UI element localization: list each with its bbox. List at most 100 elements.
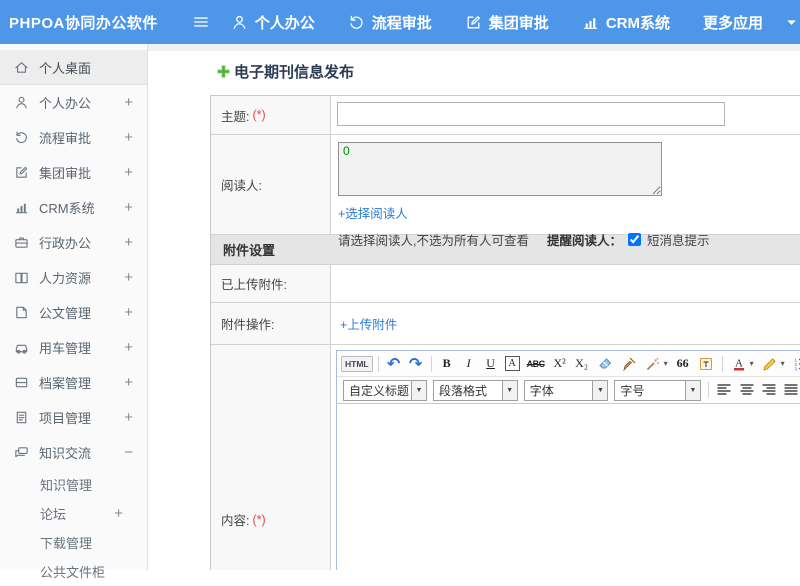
sidebar-item-document-management[interactable]: 公文管理 +: [0, 295, 147, 330]
sidebar-item-group-approval[interactable]: 集团审批 +: [0, 155, 147, 190]
sidebar-item-archive-management[interactable]: 档案管理 +: [0, 365, 147, 400]
sidebar-item-project-management[interactable]: 项目管理 +: [0, 400, 147, 435]
html-source-button[interactable]: HTML: [341, 355, 373, 372]
sidebar-item-vehicle-management[interactable]: 用车管理 +: [0, 330, 147, 365]
button-glyph: ↷: [408, 355, 423, 373]
nav-item-crm-system[interactable]: CRM系统: [582, 12, 670, 33]
attachment-action-label-cell: 附件操作:: [211, 303, 331, 344]
ordered-list-button[interactable]: 123▾: [790, 354, 800, 374]
main-content: 电子期刊信息发布 主题: (*) 阅读人: 0 +选择阅读人 请选择阅读人,不选…: [148, 44, 800, 570]
paragraph-format-select[interactable]: 段落格式 ▼: [433, 379, 518, 401]
font-color-button[interactable]: A ▾: [728, 354, 757, 374]
editor-content-area[interactable]: [337, 404, 800, 570]
select-readers-link[interactable]: +选择阅读人: [338, 207, 408, 221]
italic-button[interactable]: I: [459, 354, 479, 374]
content-top-strip: [148, 44, 800, 51]
nav-item-more-apps[interactable]: 更多应用: [703, 12, 800, 33]
subject-input[interactable]: [337, 102, 725, 126]
select-arrow[interactable]: ▼: [592, 380, 608, 400]
uploaded-attachments-row: 已上传附件:: [211, 264, 800, 302]
sidebar-item-label: 档案管理: [39, 376, 92, 391]
align-right-button[interactable]: [759, 380, 779, 400]
content-row: 内容: (*) HTML↶↷BIUAABCX²X₂▾66A▾▾123▾ 自定义标…: [211, 344, 800, 570]
undo-button[interactable]: ↶: [384, 354, 404, 374]
sidebar-item-label: CRM系统: [39, 201, 95, 216]
sms-remind-checkbox[interactable]: [628, 233, 641, 246]
upload-attachment-link[interactable]: +上传附件: [340, 314, 397, 333]
expand-toggle[interactable]: +: [124, 410, 133, 425]
readers-label: 阅读人:: [221, 179, 262, 193]
select-arrow[interactable]: ▼: [411, 380, 426, 400]
highlight-button[interactable]: ▾: [759, 354, 788, 374]
sidebar-item-admin-office[interactable]: 行政办公 +: [0, 225, 147, 260]
sidebar-subitem-label: 下载管理: [40, 536, 93, 551]
expand-toggle[interactable]: +: [124, 200, 133, 215]
sidebar-item-crm-system[interactable]: CRM系统 +: [0, 190, 147, 225]
autotypeset-button[interactable]: ▾: [642, 354, 671, 374]
sidebar-item-personal-desktop[interactable]: 个人桌面: [0, 50, 147, 85]
toolbar-separator: [707, 382, 709, 398]
font-box-button[interactable]: A: [504, 356, 520, 371]
font-size-select[interactable]: 字号 ▼: [614, 379, 701, 401]
font-family-select[interactable]: 字体 ▼: [523, 379, 609, 401]
redo-button[interactable]: ↷: [406, 354, 426, 374]
edit-icon: [14, 165, 29, 180]
bold-button[interactable]: B: [437, 354, 457, 374]
align-center-button[interactable]: [736, 380, 756, 400]
select-arrow[interactable]: ▼: [684, 380, 700, 400]
remove-format-button[interactable]: [594, 354, 616, 374]
sidebar-item-label: 知识交流: [39, 446, 92, 461]
expand-toggle[interactable]: +: [124, 130, 133, 145]
nav-item-personal-office[interactable]: 个人办公: [231, 12, 315, 33]
sidebar-subitem-public-file-cabinet[interactable]: 公共文件柜: [0, 557, 147, 586]
expand-toggle[interactable]: +: [114, 506, 123, 521]
expand-toggle[interactable]: +: [124, 340, 133, 355]
sidebar-subitem-download-management[interactable]: 下载管理: [0, 528, 147, 557]
hamburger-icon: [192, 13, 210, 31]
dropdown-caret: ▾: [749, 359, 754, 368]
toolbar-separator: [377, 355, 379, 372]
expand-toggle[interactable]: −: [124, 445, 133, 460]
heading-style-select[interactable]: 自定义标题 ▼: [343, 379, 427, 401]
select-arrow[interactable]: ▼: [501, 380, 517, 400]
sidebar-item-label: 行政办公: [39, 236, 92, 251]
align-left-icon: [716, 382, 732, 398]
subscript-button[interactable]: X₂: [572, 354, 592, 374]
expand-toggle[interactable]: +: [124, 270, 133, 285]
toolbar-separator: [721, 355, 723, 372]
app-title: PHPOA协同办公软件: [9, 14, 158, 32]
strikethrough-button[interactable]: ABC: [524, 354, 548, 374]
sidebar-subitem-forum[interactable]: 论坛 +: [0, 499, 147, 528]
dropdown-caret: ▾: [780, 359, 785, 368]
paste-text-button[interactable]: [695, 354, 717, 374]
ordered-list-icon: 123: [793, 356, 800, 372]
uploaded-attachments-label: 已上传附件:: [221, 278, 287, 292]
brush-icon: [621, 356, 637, 372]
sidebar-item-label: 人力资源: [39, 271, 92, 286]
sidebar-subitem-label: 公共文件柜: [40, 565, 106, 580]
underline-button[interactable]: U: [481, 354, 501, 374]
blockquote-button[interactable]: 66: [673, 354, 693, 374]
sidebar-item-human-resources[interactable]: 人力资源 +: [0, 260, 147, 295]
readers-textarea[interactable]: 0: [338, 142, 662, 196]
nav-item-workflow-approval[interactable]: 流程审批: [348, 12, 432, 33]
superscript-button[interactable]: X²: [550, 354, 570, 374]
sidebar-item-personal-office[interactable]: 个人办公 +: [0, 85, 147, 120]
nav-item-group-approval[interactable]: 集团审批: [465, 12, 549, 33]
format-brush-button[interactable]: [618, 354, 640, 374]
hamburger-menu-button[interactable]: [185, 13, 217, 31]
expand-toggle[interactable]: +: [124, 95, 133, 110]
select-value: 字体: [529, 383, 554, 398]
expand-toggle[interactable]: +: [124, 165, 133, 180]
align-justify-button[interactable]: [781, 380, 800, 400]
expand-toggle[interactable]: +: [124, 305, 133, 320]
sidebar-subitem-knowledge-management[interactable]: 知识管理: [0, 470, 147, 499]
sidebar: 个人桌面 个人办公 + 流程审批 + 集团审批 + CRM系统 + 行政办公 + 人力资源 + 公文管理 +…: [0, 44, 148, 580]
nav-item-label: CRM系统: [605, 14, 670, 32]
sidebar-item-workflow-approval[interactable]: 流程审批 +: [0, 120, 147, 155]
expand-toggle[interactable]: +: [124, 235, 133, 250]
sidebar-item-knowledge-exchange[interactable]: 知识交流 −: [0, 435, 147, 470]
align-left-button[interactable]: [714, 380, 734, 400]
expand-toggle[interactable]: +: [124, 375, 133, 390]
content-label-cell: 内容: (*): [211, 345, 331, 570]
